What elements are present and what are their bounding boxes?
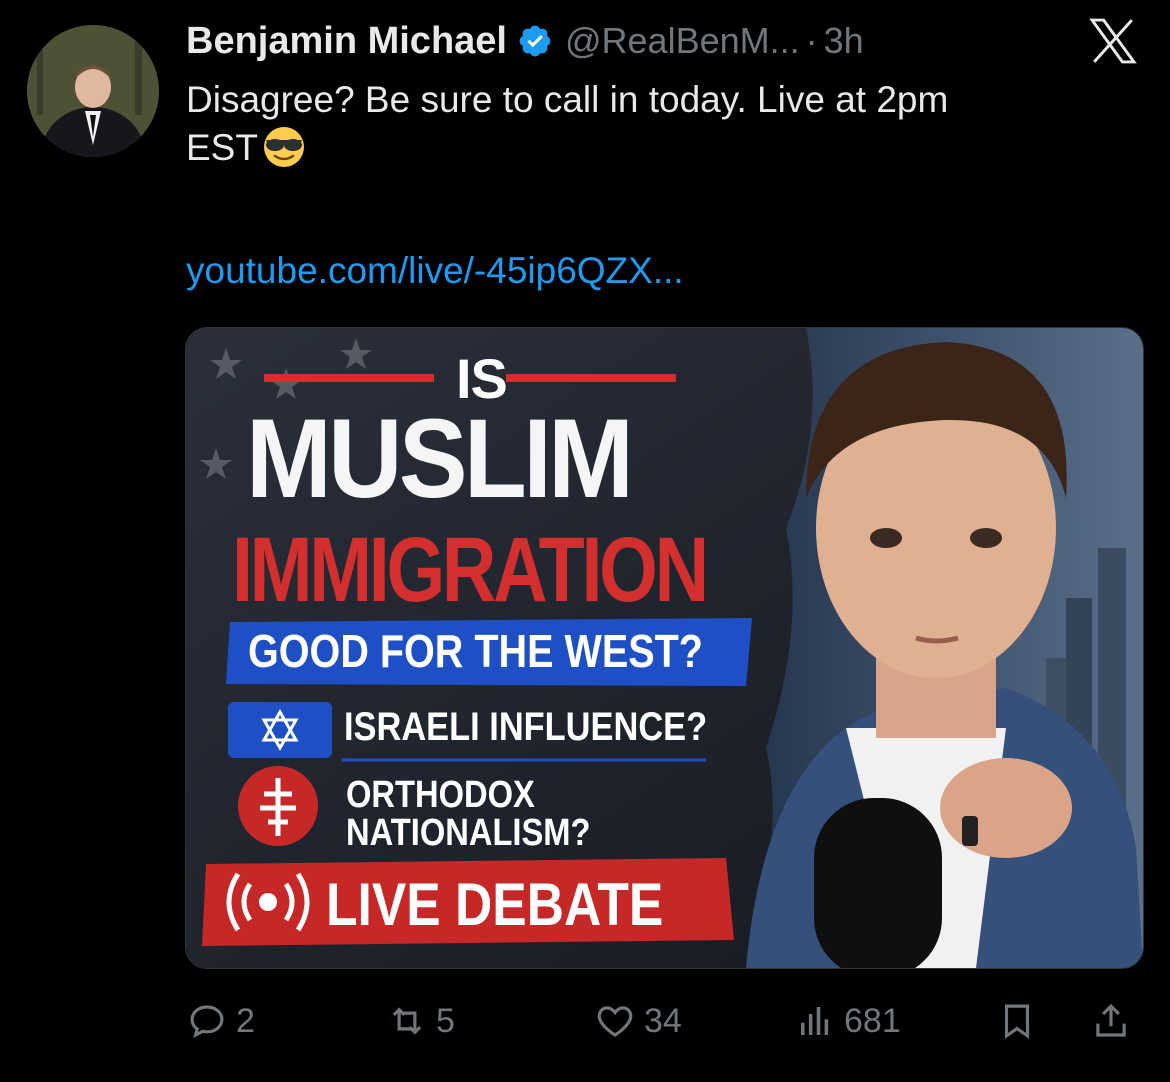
tweet-time[interactable]: 3h	[824, 20, 864, 62]
thumb-orthodox-nationalism: ORTHODOX NATIONALISM?	[346, 776, 590, 852]
reply-icon	[190, 1005, 224, 1039]
thumb-orthodox: ORTHODOX	[346, 774, 535, 816]
tweet-header: Benjamin Michael @RealBenM... · 3h	[186, 16, 1140, 66]
views-chart-icon	[801, 1007, 829, 1035]
thumb-subtitle: GOOD FOR THE WEST?	[248, 625, 703, 677]
repost-button[interactable]: 5	[386, 996, 455, 1046]
share-icon	[1096, 1003, 1126, 1037]
media-thumbnail[interactable]: IS MUSLIM IMMIGRATION GOOD FOR THE WEST?…	[185, 327, 1144, 969]
sunglasses-emoji-icon	[263, 127, 304, 167]
author-name[interactable]: Benjamin Michael	[186, 20, 507, 63]
thumb-live-debate: LIVE DEBATE	[326, 871, 664, 938]
like-button[interactable]: 34	[594, 996, 682, 1046]
thumb-israeli-influence: ISRAELI INFLUENCE?	[344, 705, 708, 749]
verified-badge-icon	[519, 25, 551, 57]
author-handle[interactable]: @RealBenM...	[565, 20, 800, 62]
thumb-title-immigration: IMMIGRATION	[232, 519, 709, 621]
tweet-text-line2: EST	[186, 127, 258, 168]
reply-button[interactable]: 2	[186, 996, 255, 1046]
author-avatar[interactable]	[27, 25, 159, 157]
thumb-nationalism: NATIONALISM?	[346, 812, 591, 854]
views-count: 681	[844, 1001, 901, 1040]
like-count: 34	[644, 1001, 682, 1040]
separator-dot: ·	[805, 20, 818, 61]
reply-count: 2	[236, 1001, 255, 1040]
share-button[interactable]	[1090, 996, 1132, 1046]
x-logo-icon[interactable]	[1086, 18, 1140, 64]
tweet-text: Disagree? Be sure to call in today. Live…	[186, 76, 1136, 172]
tweet-action-bar: 2 5 34 681	[186, 996, 1142, 1046]
thumb-title-muslim: MUSLIM	[246, 396, 634, 521]
bookmark-button[interactable]	[996, 996, 1038, 1046]
tweet-text-line1: Disagree? Be sure to call in today. Live…	[186, 79, 949, 120]
youtube-link[interactable]: youtube.com/live/-45ip6QZX...	[186, 250, 684, 292]
repost-icon	[392, 1007, 422, 1035]
views-button[interactable]: 681	[794, 996, 901, 1046]
repost-count: 5	[436, 1001, 455, 1040]
bookmark-icon	[1004, 1004, 1030, 1039]
heart-icon	[597, 1006, 633, 1037]
